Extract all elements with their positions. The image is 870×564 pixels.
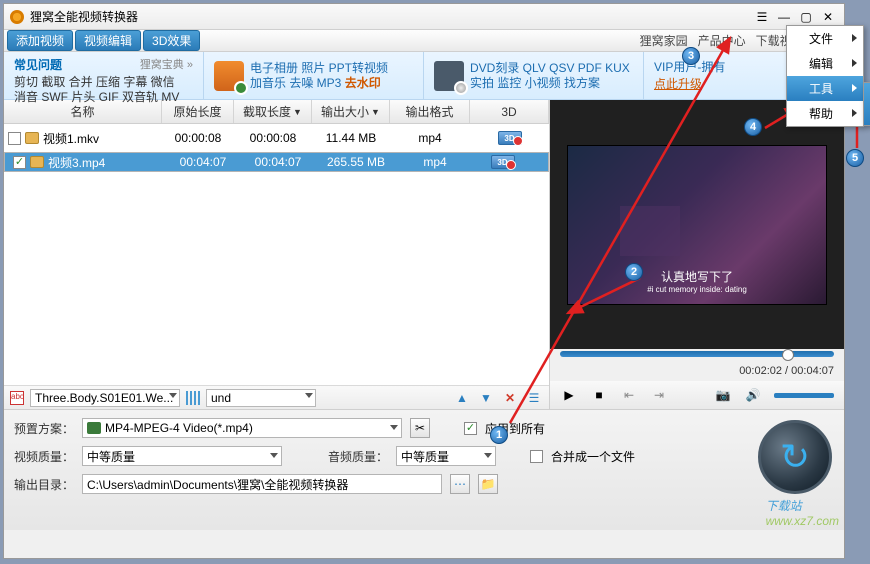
- app-icon: [10, 10, 24, 24]
- add-video-button[interactable]: 添加视频: [7, 30, 73, 51]
- faq-links-2[interactable]: 消音 SWF 片头 GIF 双音轨 MV: [14, 90, 179, 105]
- callout-2: 2: [625, 263, 643, 281]
- browse-button[interactable]: ⋯: [450, 474, 470, 494]
- maximize-button[interactable]: ▢: [796, 9, 816, 25]
- menu-options[interactable]: 选项: [864, 83, 870, 125]
- tools-submenu: 选项: [863, 82, 870, 126]
- list-menu-button[interactable]: ☰: [525, 389, 543, 407]
- nav-center[interactable]: 产品中心: [698, 32, 746, 49]
- minimize-button[interactable]: —: [774, 9, 794, 25]
- merge-checkbox[interactable]: [530, 450, 543, 463]
- play-button[interactable]: ▶: [560, 386, 578, 404]
- faq-links-1[interactable]: 剪切 截取 合并 压缩 字幕 微信: [14, 75, 179, 90]
- video-preview[interactable]: 认真地写下了#i cut memory inside: dating: [550, 100, 844, 349]
- audio-track-icon: [186, 391, 200, 405]
- table-row[interactable]: 视频1.mkv 00:00:08 00:00:08 11.44 MB mp4 3…: [4, 124, 549, 152]
- callout-3: 3: [682, 47, 700, 65]
- subtitle-combo[interactable]: Three.Body.S01E01.We...: [30, 389, 180, 407]
- menu-help[interactable]: 帮助: [787, 101, 863, 126]
- volume-slider[interactable]: [774, 393, 834, 398]
- preset-label: 预置方案：: [14, 420, 74, 437]
- remove-button[interactable]: ✕: [501, 389, 519, 407]
- audio-combo[interactable]: und: [206, 389, 316, 407]
- 3d-effect-button[interactable]: 3D效果: [143, 30, 200, 51]
- convert-button[interactable]: [758, 420, 832, 494]
- mp4-icon: [87, 422, 101, 434]
- table-row[interactable]: 视频3.mp4 00:04:07 00:04:07 265.55 MB mp4 …: [4, 152, 549, 172]
- main-menu: 文件 编辑 工具 帮助 选项: [786, 25, 864, 127]
- col-3d[interactable]: 3D: [470, 100, 549, 123]
- preset-settings-button[interactable]: ✂: [410, 418, 430, 438]
- file-icon: [25, 132, 39, 144]
- col-cut[interactable]: 截取长度▼: [234, 100, 312, 123]
- nav-home[interactable]: 狸窝家园: [640, 32, 688, 49]
- menu-tools[interactable]: 工具: [787, 76, 863, 101]
- 3d-badge[interactable]: 3D: [491, 155, 515, 169]
- apply-all-checkbox[interactable]: [464, 422, 477, 435]
- merge-label: 合并成一个文件: [551, 448, 635, 465]
- faq-sub[interactable]: 狸窝宝典 »: [140, 56, 193, 73]
- row-checkbox[interactable]: [13, 156, 26, 169]
- file-icon: [30, 156, 44, 168]
- video-quality-select[interactable]: 中等质量: [82, 446, 282, 466]
- mark-in-button[interactable]: ⇤: [620, 386, 638, 404]
- volume-icon[interactable]: 🔊: [744, 386, 762, 404]
- banner1-l1[interactable]: 电子相册 照片 PPT转视频: [250, 61, 388, 76]
- time-label: 00:02:02 / 00:04:07: [550, 361, 844, 381]
- preset-select[interactable]: MP4-MPEG-4 Video(*.mp4): [82, 418, 402, 438]
- move-up-button[interactable]: ▲: [453, 389, 471, 407]
- snapshot-button[interactable]: 📷: [714, 386, 732, 404]
- menu-edit[interactable]: 编辑: [787, 51, 863, 76]
- out-label: 输出目录：: [14, 476, 74, 493]
- 3d-badge[interactable]: 3D: [498, 131, 522, 145]
- callout-4: 4: [744, 118, 762, 136]
- subtitle-icon: abc: [10, 391, 24, 405]
- vip-upgrade[interactable]: 点此升级: [654, 77, 702, 91]
- audio-quality-select[interactable]: 中等质量: [396, 446, 496, 466]
- ppt-icon: [214, 61, 244, 91]
- menu-toggle-icon[interactable]: ☰: [752, 9, 772, 25]
- open-folder-button[interactable]: 📁: [478, 474, 498, 494]
- move-down-button[interactable]: ▼: [477, 389, 495, 407]
- close-button[interactable]: ✕: [818, 9, 838, 25]
- watermark: 下载站www.xz7.com: [766, 497, 839, 528]
- mark-out-button[interactable]: ⇥: [650, 386, 668, 404]
- output-path-input[interactable]: C:\Users\admin\Documents\狸窝\全能视频转换器: [82, 474, 442, 494]
- col-size[interactable]: 输出大小▼: [312, 100, 390, 123]
- vq-label: 视频质量：: [14, 448, 74, 465]
- banner2-l2[interactable]: 实拍 监控 小视频 找方案: [470, 76, 630, 91]
- stop-button[interactable]: ■: [590, 386, 608, 404]
- aq-label: 音频质量：: [328, 448, 388, 465]
- app-title: 狸窝全能视频转换器: [30, 8, 138, 25]
- faq-title[interactable]: 常见问题: [14, 56, 62, 73]
- banner2-l1[interactable]: DVD刻录 QLV QSV PDF KUX: [470, 61, 630, 76]
- callout-1: 1: [490, 426, 508, 444]
- menu-file[interactable]: 文件: [787, 26, 863, 51]
- dvd-icon: [434, 61, 464, 91]
- video-edit-button[interactable]: 视频编辑: [75, 30, 141, 51]
- seek-bar[interactable]: [560, 351, 834, 357]
- callout-5: 5: [846, 149, 864, 167]
- row-checkbox[interactable]: [8, 132, 21, 145]
- col-fmt[interactable]: 输出格式: [390, 100, 470, 123]
